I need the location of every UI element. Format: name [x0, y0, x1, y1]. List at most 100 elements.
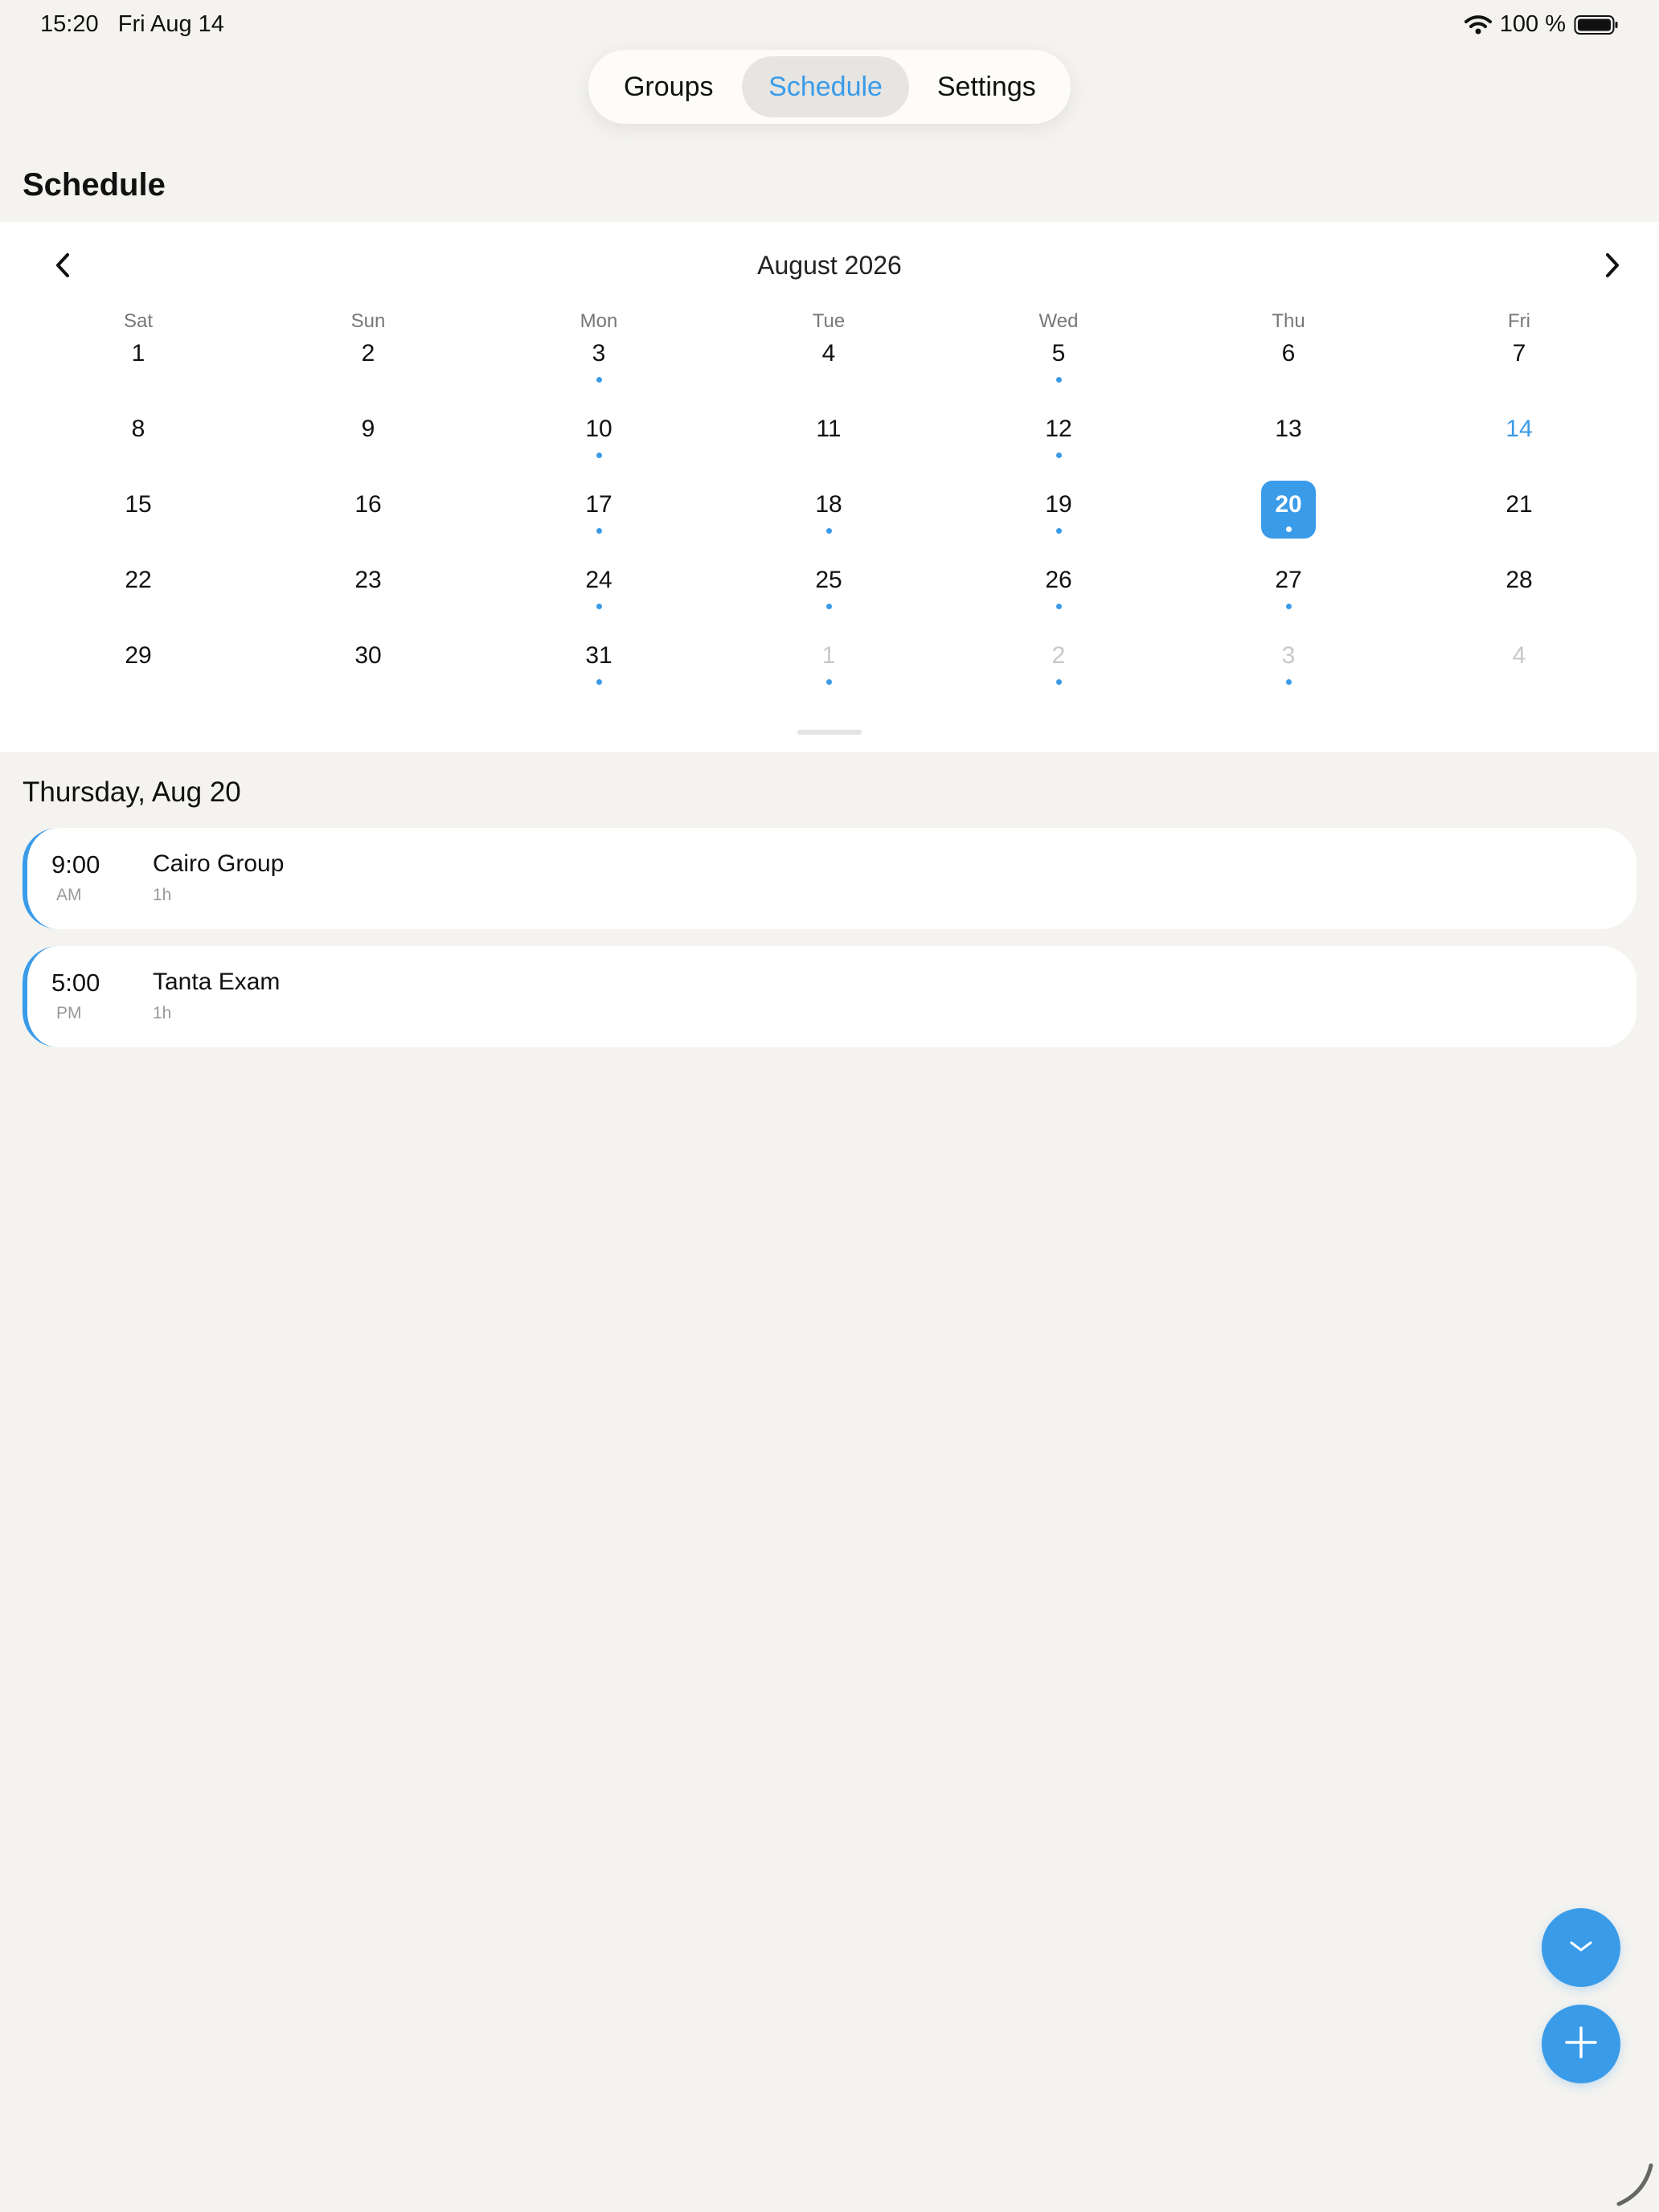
day-cell[interactable]: 19 [1018, 481, 1099, 539]
event-indicator-dot [1055, 377, 1062, 383]
day-cell[interactable]: 17 [559, 481, 639, 539]
calendar-resize-handle[interactable] [797, 730, 862, 735]
event-indicator-dot [1055, 604, 1062, 609]
day-number: 11 [816, 416, 842, 442]
day-number: 18 [815, 491, 842, 518]
day-cell-selected[interactable]: 20 [1261, 481, 1316, 539]
event-indicator-dot [1055, 453, 1062, 458]
day-cell[interactable]: 4 [789, 330, 869, 387]
day-cell[interactable]: 5 [1018, 330, 1099, 387]
day-cell[interactable]: 3 [559, 330, 639, 387]
tab-settings[interactable]: Settings [909, 56, 1064, 117]
selected-date-heading: Thursday, Aug 20 [23, 776, 241, 808]
day-number: 16 [354, 491, 382, 518]
chevron-right-icon [1603, 252, 1622, 283]
event-indicator-dot [596, 604, 602, 609]
next-month-button[interactable] [1588, 243, 1636, 291]
day-number: 4 [821, 340, 836, 367]
day-number: 3 [592, 340, 606, 367]
event-time: 5:00 [51, 969, 100, 997]
day-cell[interactable]: 30 [328, 632, 408, 690]
day-number: 14 [1505, 416, 1533, 442]
status-time: 15:20 [40, 11, 99, 37]
event-card[interactable]: 5:00 PM Tanta Exam 1h [23, 946, 1636, 1047]
day-cell[interactable]: 27 [1248, 556, 1329, 614]
event-indicator-dot [825, 679, 832, 685]
add-event-button[interactable] [1542, 2005, 1620, 2083]
day-cell-today[interactable]: 14 [1479, 405, 1559, 463]
day-cell[interactable]: 26 [1018, 556, 1099, 614]
day-cell[interactable]: 2 [1018, 632, 1099, 690]
day-cell[interactable]: 13 [1248, 405, 1329, 463]
day-number: 8 [131, 416, 145, 442]
event-duration: 1h [153, 886, 172, 904]
day-cell[interactable]: 18 [789, 481, 869, 539]
event-indicator-dot [825, 528, 832, 534]
event-indicator-dot [596, 377, 602, 383]
day-cell[interactable]: 15 [98, 481, 178, 539]
day-cell[interactable]: 31 [559, 632, 639, 690]
day-cell[interactable]: 21 [1479, 481, 1559, 539]
day-number: 25 [815, 567, 842, 593]
day-cell[interactable]: 3 [1248, 632, 1329, 690]
day-cell[interactable]: 8 [98, 405, 178, 463]
event-duration: 1h [153, 1004, 172, 1022]
day-cell[interactable]: 1 [98, 330, 178, 387]
day-cell[interactable]: 4 [1479, 632, 1559, 690]
day-cell[interactable]: 29 [98, 632, 178, 690]
day-number: 12 [1045, 416, 1072, 442]
day-number: 21 [1505, 491, 1533, 518]
day-number: 10 [585, 416, 612, 442]
event-time: 9:00 [51, 850, 100, 879]
chevron-down-icon [1567, 1938, 1596, 1958]
collapse-button[interactable] [1542, 1908, 1620, 1987]
day-cell[interactable]: 22 [98, 556, 178, 614]
day-number: 5 [1051, 340, 1066, 367]
day-cell[interactable]: 2 [328, 330, 408, 387]
day-cell[interactable]: 1 [789, 632, 869, 690]
event-indicator-dot [1055, 679, 1062, 685]
status-date: Fri Aug 14 [117, 11, 224, 37]
day-number: 2 [361, 340, 375, 367]
event-indicator-dot [1285, 679, 1292, 685]
status-indicators: 100 % [1464, 11, 1619, 38]
event-indicator-dot [596, 679, 602, 685]
event-indicator-dot [596, 453, 602, 458]
day-number: 29 [125, 642, 152, 669]
day-cell[interactable]: 25 [789, 556, 869, 614]
wifi-icon [1464, 14, 1492, 35]
day-number: 7 [1512, 340, 1526, 367]
day-number: 17 [585, 491, 612, 518]
day-cell[interactable]: 28 [1479, 556, 1559, 614]
day-number: 24 [585, 567, 612, 593]
day-cell[interactable]: 16 [328, 481, 408, 539]
tab-schedule[interactable]: Schedule [742, 56, 909, 117]
page-title: Schedule [23, 167, 166, 203]
day-cell[interactable]: 10 [559, 405, 639, 463]
event-indicator-dot [1055, 528, 1062, 534]
battery-percent: 100 % [1499, 11, 1566, 37]
day-number: 31 [585, 642, 612, 669]
day-cell[interactable]: 11 [789, 405, 869, 463]
day-cell[interactable]: 7 [1479, 330, 1559, 387]
event-indicator-dot [596, 528, 602, 534]
day-cell[interactable]: 12 [1018, 405, 1099, 463]
event-indicator-dot [1285, 526, 1292, 532]
event-indicator-dot [825, 604, 832, 609]
plus-icon [1563, 2025, 1599, 2064]
day-cell[interactable]: 24 [559, 556, 639, 614]
month-calendar: August 2026 Sat Sun Mon Tue Wed Thu Fri 123456… [0, 222, 1659, 752]
event-card[interactable]: 9:00 AM Cairo Group 1h [23, 828, 1636, 929]
calendar-header: August 2026 [0, 243, 1659, 291]
day-number: 27 [1275, 567, 1302, 593]
status-bar: 15:20 Fri Aug 14 100 % [0, 0, 1659, 51]
day-cell[interactable]: 6 [1248, 330, 1329, 387]
day-number: 23 [354, 567, 382, 593]
day-cell[interactable]: 9 [328, 405, 408, 463]
event-title: Tanta Exam [153, 969, 281, 995]
day-number: 15 [125, 491, 152, 518]
day-cell[interactable]: 23 [328, 556, 408, 614]
event-title: Cairo Group [153, 850, 285, 877]
day-number: 20 [1275, 491, 1302, 518]
tab-groups[interactable]: Groups [595, 56, 742, 117]
